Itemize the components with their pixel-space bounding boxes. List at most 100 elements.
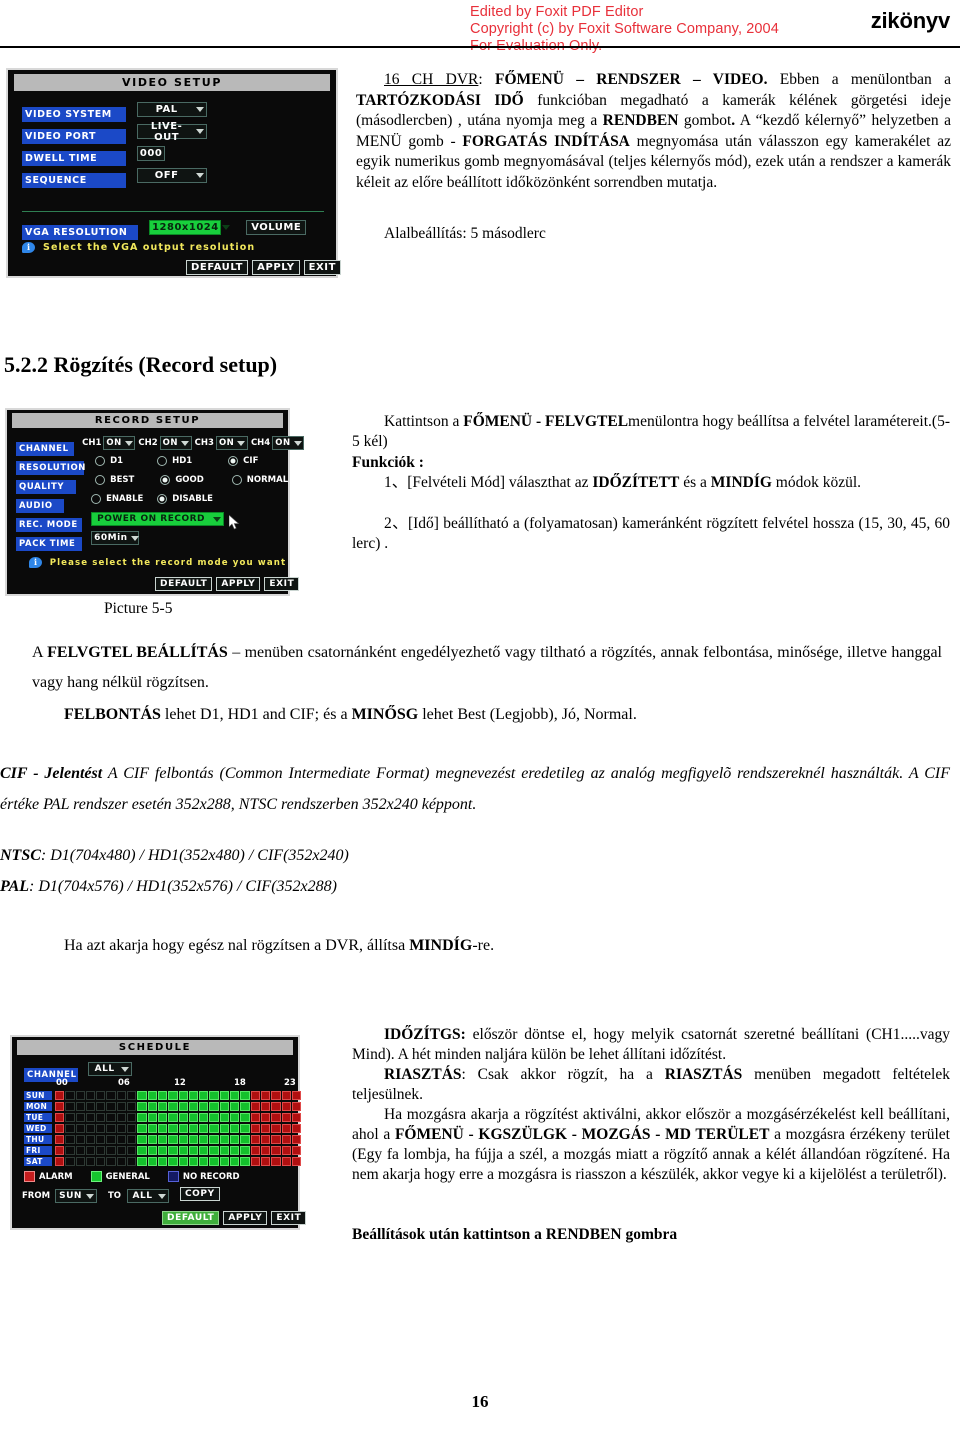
schedule-cell[interactable] bbox=[240, 1091, 250, 1100]
schedule-cell[interactable] bbox=[55, 1091, 65, 1100]
schedule-cell[interactable] bbox=[281, 1146, 291, 1155]
schedule-cell[interactable] bbox=[188, 1102, 199, 1111]
schedule-cell[interactable] bbox=[85, 1146, 96, 1155]
schedule-cell[interactable] bbox=[65, 1124, 75, 1133]
schedule-cell[interactable] bbox=[137, 1146, 147, 1155]
exit-button[interactable]: EXIT bbox=[264, 577, 300, 591]
schedule-cell[interactable] bbox=[116, 1146, 127, 1155]
pack-time-select[interactable]: 60Min bbox=[91, 531, 140, 545]
schedule-cell[interactable] bbox=[116, 1113, 127, 1122]
schedule-cell[interactable] bbox=[178, 1124, 188, 1133]
schedule-cell[interactable] bbox=[260, 1102, 271, 1111]
schedule-cell[interactable] bbox=[240, 1157, 250, 1166]
schedule-cell[interactable] bbox=[281, 1102, 291, 1111]
schedule-cell[interactable] bbox=[157, 1157, 168, 1166]
schedule-cell[interactable] bbox=[96, 1102, 106, 1111]
schedule-cell[interactable] bbox=[260, 1124, 271, 1133]
schedule-cell[interactable] bbox=[230, 1113, 240, 1122]
quality-option-normal[interactable]: NORMAL bbox=[231, 474, 288, 485]
schedule-cell[interactable] bbox=[250, 1091, 260, 1100]
apply-button[interactable]: APPLY bbox=[216, 577, 261, 591]
schedule-cell[interactable] bbox=[137, 1124, 147, 1133]
schedule-cell[interactable] bbox=[209, 1135, 219, 1144]
schedule-cell[interactable] bbox=[127, 1113, 137, 1122]
schedule-cell[interactable] bbox=[157, 1124, 168, 1133]
schedule-cell[interactable] bbox=[250, 1124, 260, 1133]
schedule-grid[interactable]: SUN MON TUE WED THU FRI SAT bbox=[24, 1091, 302, 1168]
schedule-cell[interactable] bbox=[55, 1146, 65, 1155]
schedule-cell[interactable] bbox=[147, 1124, 157, 1133]
schedule-cell[interactable] bbox=[168, 1091, 178, 1100]
schedule-cell[interactable] bbox=[291, 1157, 302, 1166]
rec-mode-select[interactable]: POWER ON RECORD bbox=[91, 512, 225, 526]
schedule-cell[interactable] bbox=[157, 1135, 168, 1144]
schedule-cell[interactable] bbox=[55, 1102, 65, 1111]
schedule-cell[interactable] bbox=[157, 1113, 168, 1122]
schedule-cell[interactable] bbox=[168, 1135, 178, 1144]
schedule-cell[interactable] bbox=[137, 1091, 147, 1100]
schedule-cell[interactable] bbox=[240, 1146, 250, 1155]
schedule-channel-select[interactable]: ALL bbox=[88, 1062, 133, 1076]
schedule-cell[interactable] bbox=[75, 1146, 85, 1155]
schedule-cell[interactable] bbox=[96, 1135, 106, 1144]
schedule-cell[interactable] bbox=[178, 1113, 188, 1122]
schedule-cell[interactable] bbox=[260, 1091, 271, 1100]
schedule-cell[interactable] bbox=[291, 1135, 302, 1144]
quality-option-best[interactable]: BEST bbox=[95, 474, 134, 485]
schedule-cell[interactable] bbox=[291, 1146, 302, 1155]
schedule-cell[interactable] bbox=[271, 1102, 281, 1111]
schedule-cell[interactable] bbox=[137, 1113, 147, 1122]
schedule-cell[interactable] bbox=[106, 1102, 116, 1111]
schedule-cell[interactable] bbox=[127, 1135, 137, 1144]
schedule-cell[interactable] bbox=[106, 1146, 116, 1155]
schedule-cell[interactable] bbox=[209, 1091, 219, 1100]
schedule-cell[interactable] bbox=[157, 1091, 168, 1100]
schedule-cell[interactable] bbox=[209, 1102, 219, 1111]
exit-button[interactable]: EXIT bbox=[303, 260, 342, 275]
exit-button[interactable]: EXIT bbox=[271, 1211, 307, 1225]
schedule-cell[interactable] bbox=[240, 1124, 250, 1133]
schedule-cell[interactable] bbox=[271, 1146, 281, 1155]
schedule-cell[interactable] bbox=[85, 1102, 96, 1111]
schedule-cell[interactable] bbox=[230, 1124, 240, 1133]
schedule-cell[interactable] bbox=[168, 1157, 178, 1166]
schedule-cell[interactable] bbox=[281, 1124, 291, 1133]
schedule-cell[interactable] bbox=[116, 1102, 127, 1111]
schedule-cell[interactable] bbox=[137, 1157, 147, 1166]
schedule-cell[interactable] bbox=[55, 1113, 65, 1122]
schedule-cell[interactable] bbox=[65, 1091, 75, 1100]
default-button[interactable]: DEFAULT bbox=[186, 260, 249, 275]
schedule-cell[interactable] bbox=[281, 1113, 291, 1122]
schedule-cell[interactable] bbox=[96, 1124, 106, 1133]
video-system-select[interactable]: PAL bbox=[137, 102, 208, 117]
quality-option-good[interactable]: GOOD bbox=[160, 474, 204, 485]
schedule-cell[interactable] bbox=[55, 1135, 65, 1144]
schedule-cell[interactable] bbox=[75, 1157, 85, 1166]
schedule-cell[interactable] bbox=[65, 1157, 75, 1166]
schedule-cell[interactable] bbox=[260, 1157, 271, 1166]
schedule-cell[interactable] bbox=[127, 1091, 137, 1100]
schedule-cell[interactable] bbox=[147, 1146, 157, 1155]
schedule-cell[interactable] bbox=[219, 1135, 230, 1144]
schedule-cell[interactable] bbox=[85, 1113, 96, 1122]
schedule-cell[interactable] bbox=[65, 1102, 75, 1111]
schedule-cell[interactable] bbox=[188, 1135, 199, 1144]
schedule-cell[interactable] bbox=[250, 1157, 260, 1166]
schedule-cell[interactable] bbox=[137, 1135, 147, 1144]
schedule-cell[interactable] bbox=[75, 1135, 85, 1144]
schedule-cell[interactable] bbox=[75, 1102, 85, 1111]
schedule-cell[interactable] bbox=[65, 1113, 75, 1122]
schedule-cell[interactable] bbox=[96, 1157, 106, 1166]
schedule-cell[interactable] bbox=[75, 1091, 85, 1100]
schedule-cell[interactable] bbox=[219, 1124, 230, 1133]
schedule-cell[interactable] bbox=[271, 1157, 281, 1166]
schedule-cell[interactable] bbox=[96, 1113, 106, 1122]
schedule-cell[interactable] bbox=[281, 1157, 291, 1166]
schedule-cell[interactable] bbox=[260, 1113, 271, 1122]
schedule-cell[interactable] bbox=[240, 1102, 250, 1111]
schedule-cell[interactable] bbox=[188, 1146, 199, 1155]
schedule-cell[interactable] bbox=[147, 1135, 157, 1144]
channel-4-select[interactable]: ON bbox=[272, 436, 305, 450]
schedule-cell[interactable] bbox=[199, 1135, 209, 1144]
resolution-option-cif[interactable]: CIF bbox=[228, 455, 258, 466]
